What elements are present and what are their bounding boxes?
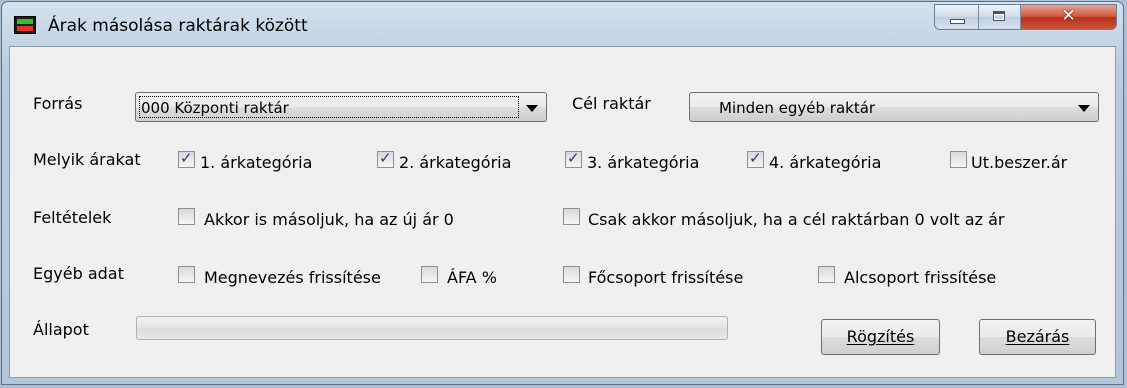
checkbox-label: 1. árkategória (200, 153, 313, 172)
checkmark-icon: ✓ (180, 149, 193, 167)
target-warehouse-value: Minden egyéb raktár (719, 99, 876, 117)
checkbox-label: Akkor is másoljuk, ha az új ár 0 (204, 210, 454, 229)
checkbox-label: ÁFA % (447, 268, 497, 287)
checkbox-copy-only-if-target-zero[interactable] (563, 208, 580, 225)
checkbox-update-name[interactable] (178, 266, 195, 283)
source-warehouse-value: 000 Központi raktár (141, 99, 289, 117)
checkbox-label: 4. árkategória (769, 153, 882, 172)
checkbox-label: Főcsoport frissítése (588, 268, 744, 287)
maximize-icon (993, 11, 1005, 21)
checkbox-vat-percent[interactable] (421, 266, 438, 283)
checkmark-icon: ✓ (379, 149, 392, 167)
close-window-button[interactable]: ✕ (1021, 5, 1116, 29)
checkbox-label: Csak akkor másoljuk, ha a cél raktárban … (588, 210, 1005, 229)
checkmark-icon: ✓ (567, 149, 580, 167)
checkmark-icon: ✓ (749, 149, 762, 167)
chevron-down-icon (526, 105, 538, 112)
maximize-button[interactable] (979, 5, 1021, 29)
checkbox-update-subgroup[interactable] (818, 266, 835, 283)
checkbox-last-purchase-price[interactable] (950, 151, 967, 168)
checkbox-price-category-4[interactable]: ✓ (747, 149, 764, 168)
target-label: Cél raktár (572, 94, 651, 113)
source-label: Forrás (33, 94, 83, 113)
status-label: Állapot (33, 320, 89, 339)
checkbox-price-category-1[interactable]: ✓ (178, 149, 195, 168)
other-data-label: Egyéb adat (33, 264, 124, 283)
source-warehouse-select[interactable]: 000 Központi raktár (135, 92, 547, 122)
checkbox-label: Megnevezés frissítése (204, 268, 381, 287)
checkbox-copy-if-new-zero[interactable] (178, 208, 195, 225)
window-controls: ✕ (934, 4, 1117, 30)
progress-bar (136, 316, 728, 340)
checkbox-update-main-group[interactable] (563, 266, 580, 283)
dialog-content: Forrás 000 Központi raktár Cél raktár Mi… (9, 46, 1116, 378)
title-bar[interactable]: Árak másolása raktárak között ✕ (2, 2, 1123, 46)
app-icon[interactable] (14, 16, 36, 34)
close-icon: ✕ (1061, 6, 1076, 26)
minimize-button[interactable] (935, 5, 979, 29)
chevron-down-icon (1078, 105, 1090, 112)
checkbox-label: Alcsoport frissítése (844, 268, 997, 287)
close-button-label: Bezárás (1005, 327, 1070, 346)
close-button[interactable]: Bezárás (979, 319, 1096, 355)
dialog-window: Árak másolása raktárak között ✕ Forrás 0… (1, 1, 1124, 385)
save-button[interactable]: Rögzítés (821, 319, 940, 355)
checkbox-price-category-3[interactable]: ✓ (565, 149, 582, 168)
checkbox-label: Ut.beszer.ár (971, 153, 1068, 172)
prices-label: Melyik árakat (33, 150, 141, 169)
checkbox-price-category-2[interactable]: ✓ (377, 149, 394, 168)
target-warehouse-select[interactable]: Minden egyéb raktár (689, 92, 1099, 122)
minimize-icon (950, 19, 965, 24)
save-button-label: Rögzítés (846, 327, 915, 346)
window-title: Árak másolása raktárak között (48, 16, 308, 36)
checkbox-label: 3. árkategória (587, 153, 700, 172)
conditions-label: Feltételek (33, 208, 112, 227)
checkbox-label: 2. árkategória (399, 153, 512, 172)
